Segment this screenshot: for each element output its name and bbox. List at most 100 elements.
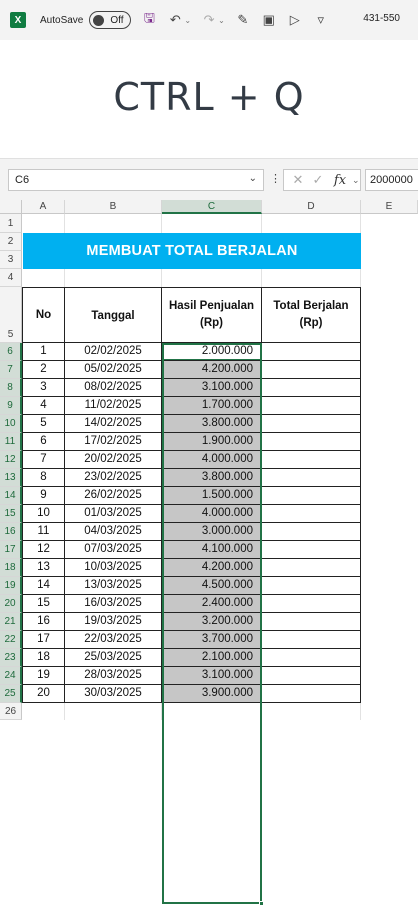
insert-function-icon[interactable]: fx [328,173,352,188]
header-hasil-penjualan[interactable]: Hasil Penjualan (Rp) [162,287,262,343]
cell-hasil-penjualan[interactable]: 1.500.000 [162,487,262,505]
cell-tanggal[interactable]: 26/02/2025 [65,487,162,505]
cell-total-berjalan[interactable] [262,631,361,649]
cell-hasil-penjualan[interactable]: 4.000.000 [162,505,262,523]
row-header-15[interactable]: 15 [0,505,22,523]
header-no[interactable]: No [22,287,65,343]
cell-tanggal[interactable]: 14/02/2025 [65,415,162,433]
cell-tanggal[interactable]: 30/03/2025 [65,685,162,703]
cell-no[interactable]: 15 [22,595,65,613]
cell-no[interactable]: 12 [22,541,65,559]
cell-hasil-penjualan[interactable]: 3.800.000 [162,469,262,487]
camera-icon[interactable]: ▣ [261,12,277,28]
formula-input[interactable]: 2000000 [365,169,418,191]
row-header-6[interactable]: 6 [0,343,22,361]
header-tanggal[interactable]: Tanggal [65,287,162,343]
cell-no[interactable]: 4 [22,397,65,415]
cell-total-berjalan[interactable] [262,415,361,433]
cell-total-berjalan[interactable] [262,523,361,541]
row-header-5[interactable]: 5 [0,287,22,343]
row-header-22[interactable]: 22 [0,631,22,649]
column-header-d[interactable]: D [262,200,361,214]
cell-hasil-penjualan[interactable]: 4.100.000 [162,541,262,559]
cell-total-berjalan[interactable] [262,469,361,487]
row-header-23[interactable]: 23 [0,649,22,667]
redo-dropdown-icon[interactable]: ⌄ [218,16,225,25]
cell-no[interactable]: 19 [22,667,65,685]
more-options-icon[interactable]: ⋮ [270,172,281,185]
cell-total-berjalan[interactable] [262,613,361,631]
cell-total-berjalan[interactable] [262,541,361,559]
cell-tanggal[interactable]: 20/02/2025 [65,451,162,469]
cell-total-berjalan[interactable] [262,397,361,415]
cell-tanggal[interactable]: 22/03/2025 [65,631,162,649]
customize-icon[interactable]: ▿ [313,12,329,28]
cancel-icon[interactable]: ✕ [288,172,308,188]
row-header-2[interactable]: 2 [0,233,22,251]
cell-hasil-penjualan[interactable]: 4.500.000 [162,577,262,595]
cell-hasil-penjualan[interactable]: 2.000.000 [162,343,262,361]
cell-tanggal[interactable]: 28/03/2025 [65,667,162,685]
column-header-b[interactable]: B [65,200,162,214]
cell-hasil-penjualan[interactable]: 3.800.000 [162,415,262,433]
cell-total-berjalan[interactable] [262,487,361,505]
row-header-18[interactable]: 18 [0,559,22,577]
cell-hasil-penjualan[interactable]: 3.700.000 [162,631,262,649]
sheet-title[interactable]: MEMBUAT TOTAL BERJALAN [23,233,361,269]
row-header-25[interactable]: 25 [0,685,22,703]
chevron-down-icon[interactable]: ⌄ [249,173,257,184]
enter-icon[interactable]: ✓ [308,172,328,188]
cell-total-berjalan[interactable] [262,343,361,361]
cell-tanggal[interactable]: 17/02/2025 [65,433,162,451]
cell-tanggal[interactable]: 13/03/2025 [65,577,162,595]
cell-hasil-penjualan[interactable]: 1.900.000 [162,433,262,451]
row-header-4[interactable]: 4 [0,269,22,287]
cell-total-berjalan[interactable] [262,559,361,577]
row-header-26[interactable]: 26 [0,703,22,720]
column-header-a[interactable]: A [22,200,65,214]
row-header-16[interactable]: 16 [0,523,22,541]
name-box[interactable]: C6 ⌄ [8,169,264,191]
column-header-e[interactable]: E [361,200,418,214]
row-header-10[interactable]: 10 [0,415,22,433]
row-header-17[interactable]: 17 [0,541,22,559]
cell-tanggal[interactable]: 07/03/2025 [65,541,162,559]
cell-no[interactable]: 20 [22,685,65,703]
cell-hasil-penjualan[interactable]: 3.900.000 [162,685,262,703]
save-icon[interactable]: 🖫 [141,9,157,31]
cell-total-berjalan[interactable] [262,505,361,523]
row-header-8[interactable]: 8 [0,379,22,397]
row-header-7[interactable]: 7 [0,361,22,379]
cell-no[interactable]: 17 [22,631,65,649]
cell-tanggal[interactable]: 04/03/2025 [65,523,162,541]
cell-total-berjalan[interactable] [262,451,361,469]
cell-hasil-penjualan[interactable]: 3.200.000 [162,613,262,631]
cell-total-berjalan[interactable] [262,649,361,667]
cell-no[interactable]: 9 [22,487,65,505]
cell-tanggal[interactable]: 19/03/2025 [65,613,162,631]
cell-hasil-penjualan[interactable]: 1.700.000 [162,397,262,415]
cell-no[interactable]: 2 [22,361,65,379]
cell-tanggal[interactable]: 23/02/2025 [65,469,162,487]
row-header-11[interactable]: 11 [0,433,22,451]
row-header-20[interactable]: 20 [0,595,22,613]
row-header-12[interactable]: 12 [0,451,22,469]
cell-no[interactable]: 5 [22,415,65,433]
cell-no[interactable]: 1 [22,343,65,361]
cell-tanggal[interactable]: 01/03/2025 [65,505,162,523]
present-icon[interactable]: ▷ [287,12,303,28]
row-header-24[interactable]: 24 [0,667,22,685]
row-header-21[interactable]: 21 [0,613,22,631]
cell-tanggal[interactable]: 16/03/2025 [65,595,162,613]
cell-no[interactable]: 11 [22,523,65,541]
cell-no[interactable]: 13 [22,559,65,577]
row-header-1[interactable]: 1 [0,214,22,233]
row-header-14[interactable]: 14 [0,487,22,505]
cell-hasil-penjualan[interactable]: 3.000.000 [162,523,262,541]
column-header-c[interactable]: C [162,200,262,214]
cell-total-berjalan[interactable] [262,685,361,703]
cell-no[interactable]: 6 [22,433,65,451]
cell-no[interactable]: 16 [22,613,65,631]
fill-handle[interactable] [259,901,264,906]
cell-total-berjalan[interactable] [262,595,361,613]
